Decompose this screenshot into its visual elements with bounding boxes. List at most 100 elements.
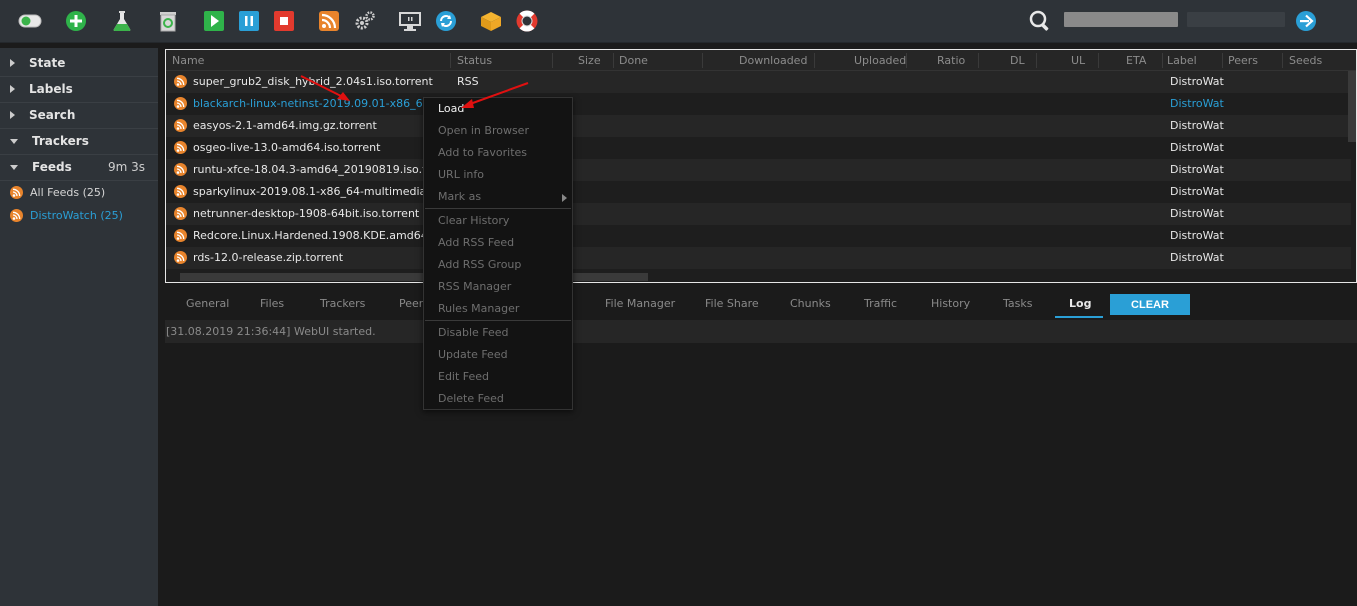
tab-chunks[interactable]: Chunks: [790, 297, 831, 310]
table-row[interactable]: Redcore.Linux.Hardened.1908.KDE.amd64.is…: [166, 225, 1351, 247]
active-tab-indicator: [1055, 316, 1103, 318]
menu-item-delete-feed[interactable]: Delete Feed: [438, 392, 504, 405]
box-icon[interactable]: [479, 10, 503, 32]
row-label: DistroWatch: [1170, 119, 1224, 132]
column-header-done[interactable]: Done: [619, 54, 648, 67]
table-row[interactable]: runtu-xfce-18.04.3-amd64_20190819.iso.to…: [166, 159, 1351, 181]
column-header-eta[interactable]: ETA: [1126, 54, 1146, 67]
search-icon[interactable]: [1028, 10, 1052, 32]
tab-tasks[interactable]: Tasks: [1003, 297, 1032, 310]
menu-item-rss-manager[interactable]: RSS Manager: [438, 280, 511, 293]
menu-item-disable-feed[interactable]: Disable Feed: [438, 326, 509, 339]
tab-file-manager[interactable]: File Manager: [605, 297, 675, 310]
menu-item-update-feed[interactable]: Update Feed: [438, 348, 508, 361]
column-header-uploaded[interactable]: Uploaded: [854, 54, 906, 67]
menu-item-mark-as[interactable]: Mark as: [438, 190, 481, 203]
submenu-arrow-icon: [562, 194, 567, 202]
menu-item-open-in-browser[interactable]: Open in Browser: [438, 124, 529, 137]
tab-log[interactable]: Log: [1069, 297, 1091, 310]
tab-files[interactable]: Files: [260, 297, 284, 310]
rss-icon: [174, 75, 187, 88]
column-header-ul[interactable]: UL: [1071, 54, 1085, 67]
rss-icon: [174, 141, 187, 154]
rss-icon: [174, 185, 187, 198]
row-name: osgeo-live-13.0-amd64.iso.torrent: [193, 141, 381, 154]
go-arrow-icon[interactable]: [1294, 10, 1318, 32]
toggle-icon[interactable]: [18, 10, 42, 32]
feed-item-distrowatch[interactable]: DistroWatch (25): [10, 205, 123, 225]
sidebar-category-label: State: [29, 56, 66, 70]
column-header-name[interactable]: Name: [172, 54, 204, 67]
refresh-icon[interactable]: [434, 10, 458, 32]
column-header-status[interactable]: Status: [457, 54, 492, 67]
rss-icon: [174, 207, 187, 220]
column-header-downloaded[interactable]: Downloaded: [739, 54, 807, 67]
rss-icon[interactable]: [317, 10, 341, 32]
column-header-seeds[interactable]: Seeds: [1289, 54, 1322, 67]
column-header-size[interactable]: Size: [578, 54, 601, 67]
table-row[interactable]: easyos-2.1-amd64.img.gz.torrent DistroWa…: [166, 115, 1351, 137]
row-name: Redcore.Linux.Hardened.1908.KDE.amd64.is…: [193, 229, 448, 242]
column-header-peers[interactable]: Peers: [1228, 54, 1258, 67]
collapse-arrow-icon: [10, 138, 18, 144]
column-header-label[interactable]: Label: [1167, 54, 1197, 67]
add-icon[interactable]: [64, 10, 88, 32]
feed-item-all[interactable]: All Feeds (25): [10, 182, 105, 202]
log-panel: [31.08.2019 21:36:44] WebUI started.: [165, 320, 1357, 606]
menu-item-clear-history[interactable]: Clear History: [438, 214, 509, 227]
vertical-scrollbar[interactable]: [1348, 71, 1356, 142]
menu-divider: [425, 320, 571, 321]
pause-icon[interactable]: [237, 10, 261, 32]
sidebar-category-label: Trackers: [32, 134, 89, 148]
table-row[interactable]: blackarch-linux-netinst-2019.09.01-x86_6…: [166, 93, 1351, 115]
table-row[interactable]: netrunner-desktop-1908-64bit.iso.torrent…: [166, 203, 1351, 225]
menu-item-load[interactable]: Load: [438, 102, 464, 115]
column-divider: [1222, 53, 1223, 68]
help-lifebuoy-icon[interactable]: [515, 10, 539, 32]
tab-trackers[interactable]: Trackers: [320, 297, 365, 310]
menu-item-add-rss-feed[interactable]: Add RSS Feed: [438, 236, 514, 249]
tab-general[interactable]: General: [186, 297, 229, 310]
row-label: DistroWatch: [1170, 97, 1224, 110]
menu-item-url-info[interactable]: URL info: [438, 168, 484, 181]
search-input[interactable]: [1064, 12, 1178, 27]
table-row[interactable]: rds-12.0-release.zip.torrent DistroWatch: [166, 247, 1351, 269]
menu-item-add-to-favorites[interactable]: Add to Favorites: [438, 146, 527, 159]
divider: [0, 180, 158, 181]
stop-icon[interactable]: [272, 10, 296, 32]
flask-icon[interactable]: [110, 10, 134, 32]
horizontal-scrollbar[interactable]: [180, 273, 648, 281]
sidebar-category-feeds[interactable]: Feeds 9m 3s: [0, 154, 158, 180]
sidebar-category-search[interactable]: Search: [0, 102, 158, 128]
sidebar-category-labels[interactable]: Labels: [0, 76, 158, 102]
row-label: DistroWatch: [1170, 251, 1224, 264]
column-divider: [814, 53, 815, 68]
clear-log-button[interactable]: CLEAR: [1110, 294, 1190, 315]
column-divider: [552, 53, 553, 68]
table-row[interactable]: osgeo-live-13.0-amd64.iso.torrent Distro…: [166, 137, 1351, 159]
column-divider: [450, 53, 451, 68]
column-header-ratio[interactable]: Ratio: [937, 54, 965, 67]
column-divider: [1098, 53, 1099, 68]
column-header-dl[interactable]: DL: [1010, 54, 1025, 67]
log-entry: [31.08.2019 21:36:44] WebUI started.: [165, 320, 1357, 343]
menu-item-edit-feed[interactable]: Edit Feed: [438, 370, 489, 383]
table-row[interactable]: sparkylinux-2019.08.1-x86_64-multimedia.…: [166, 181, 1351, 203]
play-icon[interactable]: [202, 10, 226, 32]
menu-item-add-rss-group[interactable]: Add RSS Group: [438, 258, 521, 271]
trash-recycle-icon[interactable]: [156, 10, 180, 32]
sidebar-category-label: Search: [29, 108, 76, 122]
sidebar-category-state[interactable]: State: [0, 50, 158, 76]
table-row[interactable]: super_grub2_disk_hybrid_2.04s1.iso.torre…: [166, 71, 1351, 93]
tab-history[interactable]: History: [931, 297, 970, 310]
gears-icon[interactable]: [353, 10, 377, 32]
sidebar-category-trackers[interactable]: Trackers: [0, 128, 158, 154]
row-name: easyos-2.1-amd64.img.gz.torrent: [193, 119, 377, 132]
expand-arrow-icon: [10, 59, 15, 67]
rss-items-table: Name Status Size Done Downloaded Uploade…: [165, 49, 1357, 283]
search-engine-select[interactable]: [1187, 12, 1285, 27]
menu-item-rules-manager[interactable]: Rules Manager: [438, 302, 519, 315]
tab-traffic[interactable]: Traffic: [864, 297, 897, 310]
monitor-icon[interactable]: [398, 10, 422, 32]
tab-file-share[interactable]: File Share: [705, 297, 759, 310]
